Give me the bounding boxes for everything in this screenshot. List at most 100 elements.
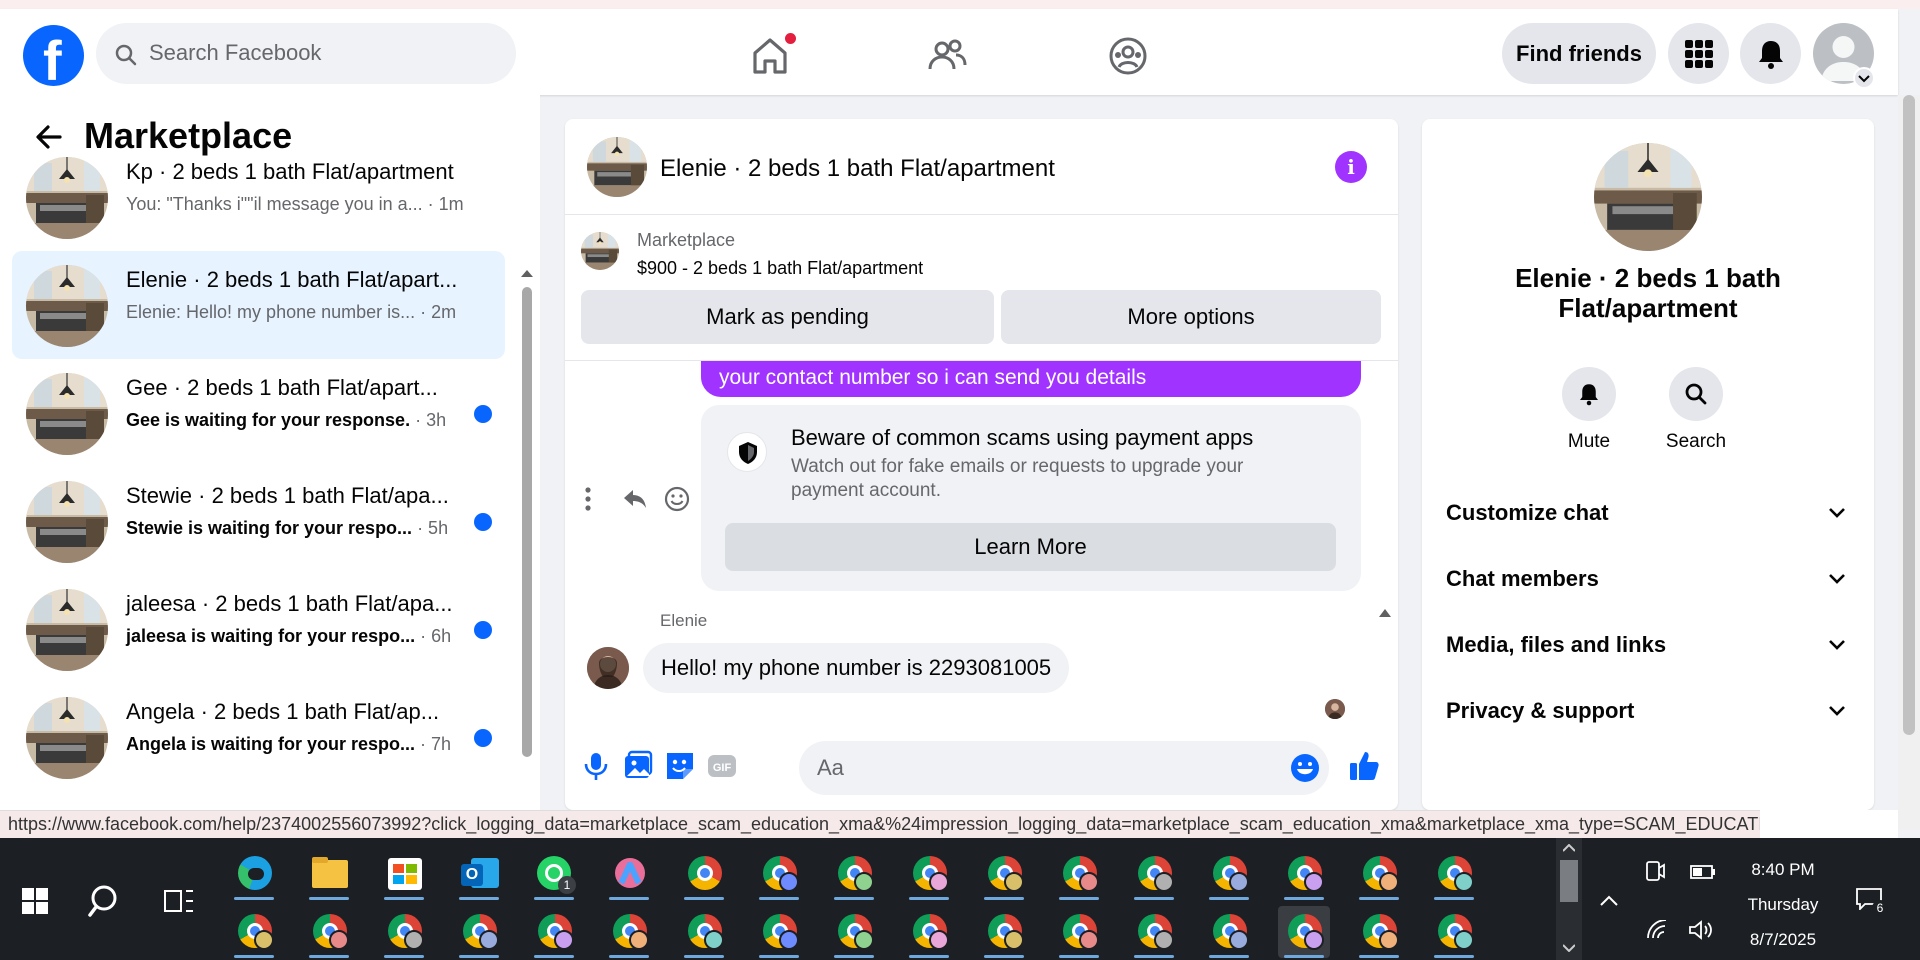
thread-scrollbar[interactable] bbox=[1377, 603, 1393, 729]
more-dots-icon[interactable] bbox=[583, 485, 593, 513]
chat-title[interactable]: Elenie · 2 beds 1 bath Flat/apartment bbox=[660, 155, 1055, 183]
chrome-profile-icon[interactable] bbox=[1278, 848, 1330, 900]
learn-more-button[interactable]: Learn More bbox=[725, 523, 1336, 571]
whatsapp-icon[interactable]: 1 bbox=[528, 848, 580, 900]
battery-icon[interactable] bbox=[1690, 864, 1716, 880]
conversation-row[interactable]: Gee · 2 beds 1 bath Flat/apart... Gee is … bbox=[12, 359, 505, 467]
chrome-profile-icon[interactable] bbox=[978, 848, 1030, 900]
task-view-icon[interactable] bbox=[164, 888, 194, 914]
conversation-row[interactable]: Kp · 2 beds 1 bath Flat/apartment You: "T… bbox=[12, 143, 505, 251]
store-icon[interactable] bbox=[378, 848, 430, 900]
chrome-profile-icon[interactable] bbox=[1128, 848, 1180, 900]
snipping-tool-icon[interactable] bbox=[603, 848, 655, 900]
sticker-icon[interactable] bbox=[663, 749, 697, 783]
chrome-profile-icon[interactable] bbox=[228, 906, 280, 958]
gif-icon[interactable]: GIF bbox=[705, 749, 739, 783]
chrome-profile-icon[interactable] bbox=[1428, 848, 1480, 900]
chrome-profile-icon[interactable] bbox=[603, 906, 655, 958]
find-friends-button[interactable]: Find friends bbox=[1502, 23, 1656, 84]
reply-icon[interactable] bbox=[621, 485, 649, 513]
listing-price-title[interactable]: $900 - 2 beds 1 bath Flat/apartment bbox=[637, 258, 923, 279]
edge-icon[interactable] bbox=[228, 848, 280, 900]
chrome-profile-icon[interactable] bbox=[1053, 848, 1105, 900]
chrome-profile-icon[interactable] bbox=[678, 906, 730, 958]
scroll-up-arrow-icon[interactable] bbox=[521, 270, 533, 277]
chrome-profile-icon[interactable] bbox=[1203, 848, 1255, 900]
chrome-profile-icon[interactable] bbox=[1203, 906, 1255, 958]
chrome-profile-icon[interactable] bbox=[753, 848, 805, 900]
sender-avatar[interactable] bbox=[587, 647, 629, 689]
search-action[interactable]: Search bbox=[1656, 367, 1736, 453]
message-thread[interactable]: your contact number so i can send you de… bbox=[565, 361, 1398, 729]
scroll-down-arrow-icon[interactable] bbox=[1563, 944, 1575, 952]
photo-icon[interactable] bbox=[621, 749, 655, 783]
chrome-profile-icon[interactable] bbox=[303, 906, 355, 958]
scroll-up-arrow-icon[interactable] bbox=[1563, 844, 1575, 852]
wifi-icon[interactable] bbox=[1646, 920, 1668, 940]
conversation-row[interactable]: jaleesa · 2 beds 1 bath Flat/apa... jalee… bbox=[12, 575, 505, 683]
conversation-row[interactable]: Elenie · 2 beds 1 bath Flat/apart... Elen… bbox=[12, 251, 505, 359]
listing-thumbnail[interactable] bbox=[581, 232, 619, 270]
search-in-chat-button[interactable] bbox=[1669, 367, 1723, 421]
mute-button[interactable] bbox=[1562, 367, 1616, 421]
inbox-scrollbar-thumb[interactable] bbox=[522, 287, 532, 757]
chrome-profile-icon[interactable] bbox=[453, 906, 505, 958]
windows-start-icon[interactable] bbox=[22, 888, 48, 914]
volume-icon[interactable] bbox=[1688, 920, 1714, 940]
more-options-button[interactable]: More options bbox=[1001, 290, 1381, 344]
chrome-icon[interactable] bbox=[678, 848, 730, 900]
chrome-profile-icon[interactable] bbox=[1278, 906, 1330, 958]
search-box[interactable] bbox=[96, 23, 516, 84]
conversation-row[interactable]: Angela · 2 beds 1 bath Flat/ap... Angela … bbox=[12, 683, 505, 791]
details-section-row[interactable]: Chat members bbox=[1446, 559, 1850, 599]
chrome-profile-icon[interactable] bbox=[1053, 906, 1105, 958]
chrome-profile-icon[interactable] bbox=[378, 906, 430, 958]
page-scrollbar-thumb[interactable] bbox=[1903, 95, 1915, 735]
notifications-button[interactable] bbox=[1740, 23, 1801, 84]
file-explorer-icon[interactable] bbox=[303, 848, 355, 900]
conversation-row[interactable]: Stewie · 2 beds 1 bath Flat/apa... Stewie… bbox=[12, 467, 505, 575]
chrome-profile-icon[interactable] bbox=[978, 906, 1030, 958]
message-input[interactable] bbox=[817, 751, 1257, 785]
show-hidden-icons-icon[interactable] bbox=[1600, 894, 1618, 906]
page-scrollbar[interactable] bbox=[1898, 95, 1920, 830]
chrome-profile-icon[interactable] bbox=[828, 848, 880, 900]
chrome-profile-icon[interactable] bbox=[1353, 848, 1405, 900]
chrome-profile-icon[interactable] bbox=[753, 906, 805, 958]
search-input[interactable] bbox=[149, 35, 489, 71]
chrome-profile-icon[interactable] bbox=[1128, 906, 1180, 958]
chrome-profile-icon[interactable] bbox=[1428, 906, 1480, 958]
home-nav-button[interactable] bbox=[745, 31, 796, 81]
action-center-button[interactable]: 6 bbox=[1856, 888, 1888, 916]
chrome-profile-icon[interactable] bbox=[903, 906, 955, 958]
inbox-scrollbar[interactable] bbox=[521, 175, 533, 805]
chrome-profile-icon[interactable] bbox=[1353, 906, 1405, 958]
info-icon[interactable]: i bbox=[1335, 151, 1367, 183]
listing-avatar[interactable] bbox=[587, 137, 647, 197]
chrome-profile-icon[interactable] bbox=[528, 906, 580, 958]
mark-as-pending-button[interactable]: Mark as pending bbox=[581, 290, 994, 344]
react-emoji-icon[interactable] bbox=[663, 485, 691, 513]
taskbar-search-icon[interactable] bbox=[88, 883, 124, 919]
meet-now-icon[interactable] bbox=[1644, 860, 1666, 882]
menu-button[interactable] bbox=[1668, 23, 1729, 84]
taskbar-scrollbar[interactable] bbox=[1556, 838, 1582, 960]
mute-action[interactable]: Mute bbox=[1549, 367, 1629, 453]
details-listing-avatar[interactable] bbox=[1594, 143, 1702, 251]
facebook-logo[interactable]: f bbox=[23, 25, 84, 89]
outlook-icon[interactable]: O bbox=[453, 848, 505, 900]
microphone-icon[interactable] bbox=[579, 749, 613, 783]
chrome-profile-icon[interactable] bbox=[903, 848, 955, 900]
emoji-icon[interactable] bbox=[1289, 752, 1321, 784]
groups-nav-button[interactable] bbox=[1103, 31, 1153, 81]
details-section-row[interactable]: Customize chat bbox=[1446, 493, 1850, 533]
details-section-row[interactable]: Privacy & support bbox=[1446, 691, 1850, 731]
message-input-box[interactable] bbox=[799, 741, 1329, 795]
thumbs-up-icon[interactable] bbox=[1347, 749, 1381, 783]
friends-nav-button[interactable] bbox=[922, 31, 972, 81]
incoming-message-bubble[interactable]: Hello! my phone number is 2293081005 bbox=[643, 643, 1070, 693]
details-section-row[interactable]: Media, files and links bbox=[1446, 625, 1850, 665]
scroll-up-arrow-icon[interactable] bbox=[1379, 609, 1391, 617]
account-menu-caret[interactable] bbox=[1853, 67, 1875, 89]
chrome-profile-icon[interactable] bbox=[828, 906, 880, 958]
